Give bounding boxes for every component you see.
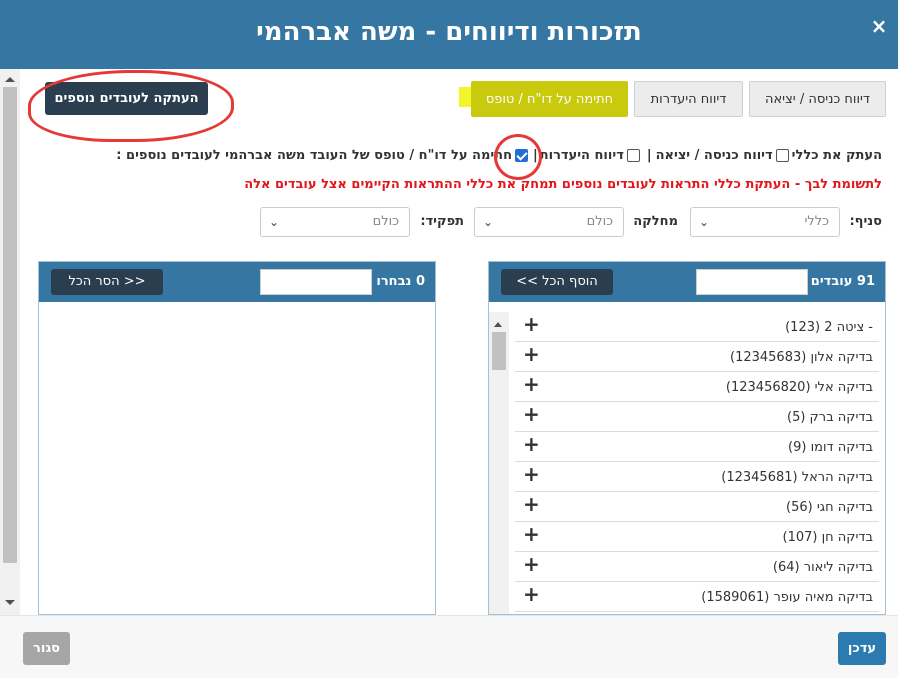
selected-panel-header: 0 נבחרו << הסר הכל: [39, 262, 435, 302]
tab-signature[interactable]: חתימה על דו"ח / טופס: [471, 81, 628, 117]
warning-text: לתשומת לבך - העתקת כללי התראות לעובדים נ…: [244, 177, 882, 192]
department-label: מחלקה: [633, 214, 678, 229]
close-button[interactable]: סגור: [23, 632, 70, 665]
close-icon[interactable]: ×: [868, 13, 890, 39]
absence-checkbox[interactable]: [626, 148, 640, 162]
list-item[interactable]: + בדיקה אלון (12345683): [515, 342, 879, 372]
signature-label: חתימה על דו"ח / טופס של העובד משה אברהמי…: [116, 147, 512, 163]
chevron-down-icon: ⌄: [483, 215, 494, 229]
dialog-title: תזכורות ודיווחים - משה אברהמי: [256, 17, 642, 47]
separator: |: [533, 147, 538, 163]
scroll-up-icon[interactable]: [494, 322, 502, 327]
plus-icon[interactable]: +: [523, 494, 540, 514]
list-item[interactable]: + בדיקה דומו (9): [515, 432, 879, 462]
copy-to-employees-button[interactable]: העתקה לעובדים נוספים: [45, 82, 208, 115]
plus-icon[interactable]: +: [523, 344, 540, 364]
plus-icon[interactable]: +: [523, 464, 540, 484]
copy-all-label: העתק את כללי: [791, 147, 882, 163]
available-search-input[interactable]: [696, 269, 808, 295]
employee-name: בדיקה חן (107): [782, 530, 873, 545]
scrollbar-thumb[interactable]: [3, 87, 17, 563]
scrollbar-thumb[interactable]: [492, 332, 506, 370]
scroll-up-icon[interactable]: [5, 77, 15, 82]
employee-name: בדיקה ברק (5): [786, 410, 873, 425]
branch-select[interactable]: כללי ⌄: [690, 207, 840, 237]
available-employees-panel: 91 עובדים הוסף הכל >> + - ציטה 2 (123) + ב…: [488, 261, 886, 615]
separator: |: [646, 147, 652, 163]
department-select[interactable]: כולם ⌄: [474, 207, 624, 237]
selected-count: 0 נבחרו: [376, 274, 425, 289]
plus-icon[interactable]: +: [523, 524, 540, 544]
tab-absence[interactable]: דיווח היעדרות: [634, 81, 743, 117]
employee-name: בדיקה מאיה עופר (1589061): [701, 590, 873, 605]
available-count: 91 עובדים: [810, 274, 875, 289]
list-item[interactable]: + בדיקה ברק (5): [515, 402, 879, 432]
plus-icon[interactable]: +: [523, 404, 540, 424]
dialog-header: תזכורות ודיווחים - משה אברהמי ×: [0, 0, 898, 69]
copy-options-line: העתק את כללי דיווח כניסה / יציאה | דיווח…: [116, 145, 882, 165]
list-item[interactable]: + בדיקה מאיה עופר (1589061): [515, 582, 879, 612]
department-value: כולם: [586, 214, 613, 229]
tab-entry-exit[interactable]: דיווח כניסה / יציאה: [749, 81, 886, 117]
branch-value: כללי: [804, 214, 829, 229]
entry-exit-label: דיווח כניסה / יציאה: [655, 147, 773, 163]
employee-name: בדיקה אלון (12345683): [730, 350, 873, 365]
employee-name: - ציטה 2 (123): [785, 320, 873, 335]
plus-icon[interactable]: +: [523, 554, 540, 574]
list-item[interactable]: + בדיקה הראל (12345681): [515, 462, 879, 492]
selected-employees-panel: 0 נבחרו << הסר הכל: [38, 261, 436, 615]
role-value: כולם: [372, 214, 399, 229]
add-all-button[interactable]: הוסף הכל >>: [501, 269, 613, 295]
list-item[interactable]: + בדיקה ליאור (64): [515, 552, 879, 582]
update-button[interactable]: עדכן: [838, 632, 886, 665]
dialog-footer: [0, 615, 898, 678]
list-item[interactable]: + בדיקה אלי (123456820): [515, 372, 879, 402]
list-item[interactable]: + בדיקה חגי (56): [515, 492, 879, 522]
plus-icon[interactable]: +: [523, 314, 540, 334]
list-item[interactable]: + בדיקה חן (107): [515, 522, 879, 552]
employee-name: בדיקה אלי (123456820): [725, 380, 873, 395]
list-item[interactable]: + - ציטה 2 (123): [515, 312, 879, 342]
role-label: תפקיד:: [420, 214, 464, 229]
scroll-down-icon[interactable]: [5, 600, 15, 605]
chevron-down-icon: ⌄: [699, 215, 710, 229]
dialog-scrollbar[interactable]: [0, 69, 20, 615]
selected-search-input[interactable]: [260, 269, 372, 295]
absence-label: דיווח היעדרות: [539, 147, 624, 163]
plus-icon[interactable]: +: [523, 584, 540, 604]
employee-name: בדיקה חגי (56): [786, 500, 873, 515]
role-select[interactable]: כולם ⌄: [260, 207, 410, 237]
entry-exit-checkbox[interactable]: [775, 148, 789, 162]
employee-name: בדיקה ליאור (64): [772, 560, 873, 575]
plus-icon[interactable]: +: [523, 374, 540, 394]
remove-all-button[interactable]: << הסר הכל: [51, 269, 163, 295]
chevron-down-icon: ⌄: [269, 215, 280, 229]
plus-icon[interactable]: +: [523, 434, 540, 454]
available-panel-header: 91 עובדים הוסף הכל >>: [489, 262, 885, 302]
employee-name: בדיקה דומו (9): [788, 440, 873, 455]
list-scrollbar[interactable]: [489, 312, 509, 614]
branch-label: סניף:: [849, 214, 882, 229]
signature-checkbox[interactable]: [515, 148, 528, 162]
employee-name: בדיקה הראל (12345681): [721, 470, 873, 485]
